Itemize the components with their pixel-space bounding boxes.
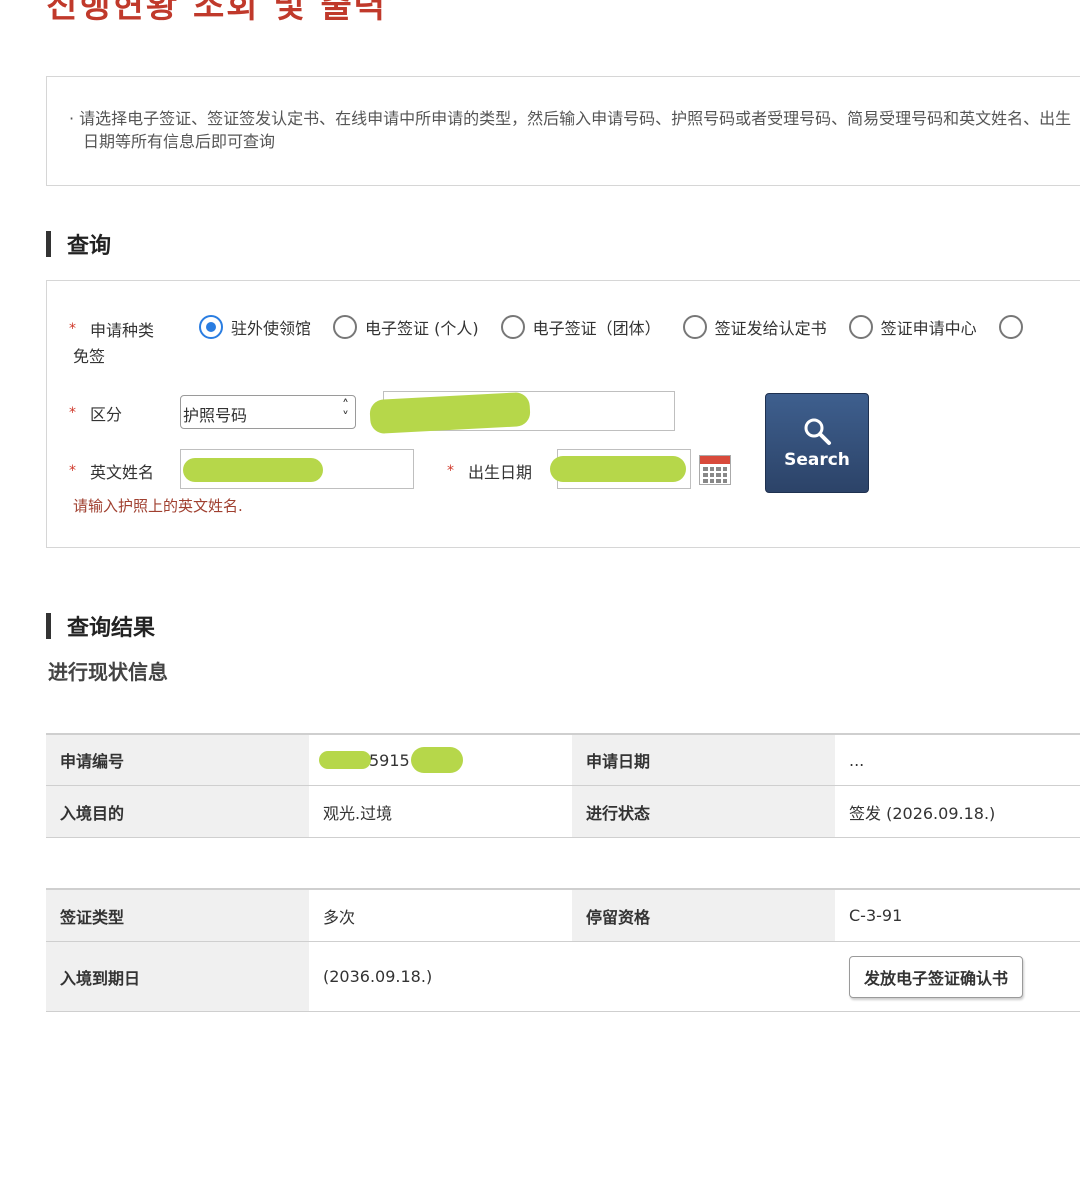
radio-evisa-individual[interactable]: 电子签证 (个人) <box>333 315 479 339</box>
notice-text: · 请选择电子签证、签证签发认定书、在线申请中所申请的类型，然后输入申请号码、护… <box>69 109 1072 151</box>
radio-button[interactable] <box>848 315 873 339</box>
required-mark: * <box>69 321 76 337</box>
app-type-label-row: * 申请种类 <box>69 317 154 341</box>
radio-button[interactable] <box>998 315 1023 339</box>
radio-visa-center[interactable]: 签证申请中心 <box>848 315 977 339</box>
table-header-cell: 入境到期日 <box>46 942 309 1011</box>
english-name-input[interactable] <box>180 449 414 489</box>
radio-button[interactable] <box>199 315 223 339</box>
required-mark: * <box>69 463 76 479</box>
name-label-row: * 英文姓名 <box>69 459 154 483</box>
category-select[interactable]: 护照号码 ˄ ˅ <box>180 395 356 429</box>
name-label: 英文姓名 <box>90 463 155 482</box>
radio-button[interactable] <box>682 315 707 339</box>
required-mark: * <box>69 405 76 421</box>
progress-table: 申请编号 5915 申请日期 ... 入境目的 观光.过境 进行状态 签发 (2… <box>46 733 1080 838</box>
query-section-title: 查询 <box>67 234 112 259</box>
visa-info-table: 签证类型 多次 停留资格 C-3-91 入境到期日 (2036.09.18.) … <box>46 888 1080 1012</box>
radio-evisa-group[interactable]: 电子签证（团体） <box>500 315 661 339</box>
redaction-mark <box>550 456 686 482</box>
chevron-up-down-icon: ˄ ˅ <box>342 398 349 426</box>
table-value-cell: (2036.09.18.) <box>309 942 572 1011</box>
table-value-cell: 5915 <box>309 735 572 785</box>
table-header-cell: 进行状态 <box>572 786 835 837</box>
section-bar <box>46 231 51 257</box>
table-value-cell: C-3-91 <box>835 890 1080 941</box>
application-number-suffix: 5915 <box>369 750 410 770</box>
radio-embassy[interactable]: 驻外使领馆 <box>199 315 311 339</box>
category-selected-value: 护照号码 <box>183 406 248 425</box>
dob-label-row: * 出生日期 <box>447 459 532 483</box>
radio-label: 电子签证 (个人) <box>365 319 479 338</box>
result-subtitle: 进行现状信息 <box>48 660 168 684</box>
radio-label: 签证发给认定书 <box>714 319 827 338</box>
radio-visa-exempt[interactable] <box>998 315 1031 339</box>
radio-label: 签证申请中心 <box>880 319 977 338</box>
result-section-header: 查询结果 <box>46 610 155 642</box>
table-value-cell: ... <box>835 735 1080 785</box>
passport-number-input[interactable] <box>369 391 675 435</box>
table-row: 申请编号 5915 申请日期 ... <box>46 735 1080 786</box>
category-label-row: * 区分 <box>69 401 122 425</box>
category-label: 区分 <box>90 405 123 424</box>
calendar-icon[interactable] <box>699 455 731 485</box>
table-value-cell <box>572 942 835 1011</box>
table-row: 入境目的 观光.过境 进行状态 签发 (2026.09.18.) <box>46 786 1080 838</box>
search-icon <box>804 418 831 445</box>
app-type-radio-group: 驻外使领馆 电子签证 (个人) 电子签证（团体） 签证发给认定书 签证申请中心 <box>199 315 1031 339</box>
table-row: 签证类型 多次 停留资格 C-3-91 <box>46 890 1080 942</box>
radio-visa-exempt-label: 免签 <box>73 347 106 366</box>
table-value-cell: 观光.过境 <box>309 786 572 837</box>
redaction-mark <box>369 391 531 435</box>
table-header-cell: 入境目的 <box>46 786 309 837</box>
date-of-birth-input[interactable] <box>550 449 691 489</box>
table-header-cell: 停留资格 <box>572 890 835 941</box>
section-bar <box>46 613 51 639</box>
radio-visa-certificate[interactable]: 签证发给认定书 <box>682 315 827 339</box>
dob-label: 出生日期 <box>468 463 533 482</box>
table-header-cell: 申请编号 <box>46 735 309 785</box>
query-section-header: 查询 <box>46 228 111 260</box>
redaction-mark <box>319 751 371 769</box>
required-mark: * <box>447 463 454 479</box>
redaction-mark <box>183 458 323 482</box>
name-hint: 请输入护照上的英文姓名. <box>73 497 243 515</box>
table-value-cell: 签发 (2026.09.18.) <box>835 786 1080 837</box>
search-button[interactable]: Search <box>765 393 869 493</box>
radio-visa-exempt-label-row: 免签 <box>73 343 105 367</box>
issue-evisa-confirmation-button[interactable]: 发放电子签证确认书 <box>849 955 1024 998</box>
table-value-cell: 多次 <box>309 890 572 941</box>
notice-box: · 请选择电子签证、签证签发认定书、在线申请中所申请的类型，然后输入申请号码、护… <box>46 76 1080 186</box>
radio-button[interactable] <box>500 315 525 339</box>
app-type-label: 申请种类 <box>90 321 155 340</box>
result-section-title: 查询结果 <box>67 616 156 641</box>
table-value-cell: 发放电子签证确认书 <box>835 942 1080 1011</box>
page-title: 진행현황 조회 및 출력 <box>46 0 388 26</box>
radio-label: 电子签证（团体） <box>532 319 661 338</box>
radio-button[interactable] <box>333 315 358 339</box>
table-header-cell: 签证类型 <box>46 890 309 941</box>
redaction-mark <box>411 747 463 773</box>
table-row: 入境到期日 (2036.09.18.) 发放电子签证确认书 <box>46 942 1080 1012</box>
search-button-label: Search <box>784 450 850 470</box>
table-header-cell: 申请日期 <box>572 735 835 785</box>
query-form: * 申请种类 驻外使领馆 电子签证 (个人) 电子签证（团体） 签证发给认定书 … <box>46 280 1080 548</box>
radio-label: 驻外使领馆 <box>231 319 312 338</box>
